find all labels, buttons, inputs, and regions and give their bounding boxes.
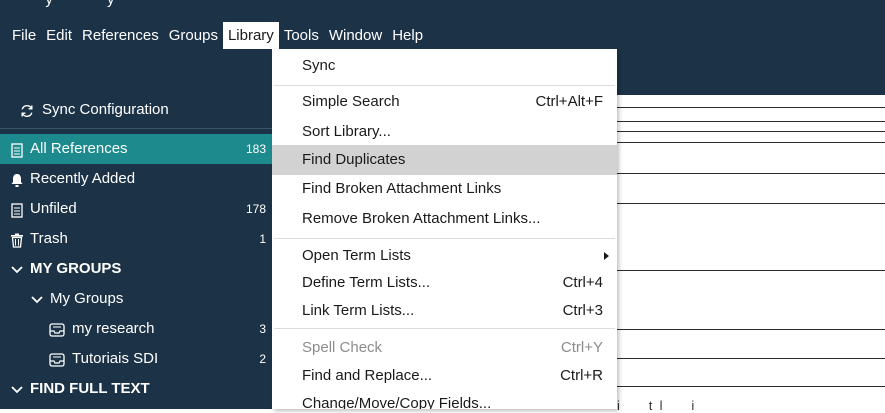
chevron-down-icon[interactable] (28, 284, 46, 314)
chevron-down-icon[interactable] (8, 374, 26, 404)
menu-item-simple-search[interactable]: Simple Search Ctrl+Alt+F (272, 87, 617, 117)
menu-item-label: Open Term Lists (302, 247, 411, 264)
title-bar: y y (0, 0, 885, 14)
sidebar-item-label: My Groups (50, 290, 124, 307)
sidebar-item-label: Tutoriais SDI (72, 350, 159, 367)
menu-item-find-and-replace[interactable]: Find and Replace... Ctrl+R (272, 361, 617, 391)
library-menu-dropdown: Sync Simple Search Ctrl+Alt+F Sort Libra… (272, 49, 617, 409)
menu-item-label: Simple Search (302, 93, 400, 110)
sidebar-item-label: my research (72, 320, 155, 337)
menu-item-label: Find Broken Attachment Links (302, 180, 502, 197)
menu-item-open-term-lists[interactable]: Open Term Lists (272, 241, 617, 271)
menu-item-find-broken-attachment-links[interactable]: Find Broken Attachment Links (272, 174, 617, 204)
menu-item-sync[interactable]: Sync (272, 51, 617, 81)
menu-item-label: Sync (302, 57, 336, 74)
menu-window[interactable]: Window (324, 22, 387, 49)
sidebar-item-all-references[interactable]: All References 183 (0, 134, 272, 164)
sidebar-item-label: All References (30, 140, 128, 157)
menu-item-define-term-lists[interactable]: Define Term Lists... Ctrl+4 (272, 268, 617, 298)
menu-item-remove-broken-attachment-links[interactable]: Remove Broken Attachment Links... (272, 204, 617, 234)
sidebar-item-my-research[interactable]: my research 3 (0, 314, 272, 344)
document-icon (8, 194, 26, 224)
menu-item-shortcut: Ctrl+3 (562, 302, 603, 319)
sidebar-item-tutoriais-sdi[interactable]: Tutoriais SDI 2 (0, 344, 272, 374)
menu-separator (274, 328, 615, 329)
menu-item-label: Change/Move/Copy Fields... (302, 395, 492, 409)
menu-item-shortcut: Ctrl+4 (562, 274, 603, 291)
menu-item-sort-library[interactable]: Sort Library... (272, 117, 617, 147)
sidebar-item-recently-added[interactable]: Recently Added (0, 164, 272, 194)
menu-item-link-term-lists[interactable]: Link Term Lists... Ctrl+3 (272, 296, 617, 326)
menu-library[interactable]: Library (222, 22, 279, 49)
count-badge: 1 (259, 232, 266, 246)
menu-item-label: Find Duplicates (302, 151, 406, 168)
sidebar-section-find-full-text[interactable]: FIND FULL TEXT (0, 374, 272, 404)
sidebar-item-my-groups[interactable]: My Groups (0, 284, 272, 314)
menu-item-shortcut: Ctrl+R (560, 367, 603, 384)
group-icon (48, 344, 66, 374)
menu-item-change-move-copy-fields[interactable]: Change/Move/Copy Fields... (272, 389, 617, 409)
count-badge: 2 (259, 352, 266, 366)
chevron-down-icon[interactable] (8, 254, 26, 284)
menu-item-label: Find and Replace... (302, 367, 433, 384)
menu-item-shortcut: Ctrl+Y (560, 339, 603, 356)
count-badge: 183 (245, 142, 266, 156)
sync-icon (18, 95, 36, 125)
group-icon (48, 314, 66, 344)
sidebar-section-label: MY GROUPS (30, 260, 122, 277)
sync-configuration[interactable]: Sync Configuration (0, 95, 272, 125)
sidebar-divider (0, 128, 272, 129)
app-window: y y File Edit References Groups Library … (0, 0, 885, 413)
sidebar-item-label: Unfiled (30, 200, 77, 217)
sidebar: Sync Configuration All References 183 Re… (0, 95, 272, 409)
menu-item-label: Spell Check (302, 339, 383, 356)
sidebar-item-trash[interactable]: Trash 1 (0, 224, 272, 254)
menu-help[interactable]: Help (387, 22, 428, 49)
title-text: y y (12, 0, 114, 8)
menu-item-find-duplicates[interactable]: Find Duplicates (272, 145, 617, 175)
count-badge: 3 (259, 322, 266, 336)
sidebar-section-label: FIND FULL TEXT (30, 380, 150, 397)
menu-tools[interactable]: Tools (279, 22, 324, 49)
menu-bar: File Edit References Groups Library Tool… (0, 22, 428, 49)
count-badge: 178 (245, 202, 266, 216)
menu-file[interactable]: File (0, 22, 41, 49)
menu-groups[interactable]: Groups (164, 22, 223, 49)
menu-item-label: Sort Library... (302, 123, 391, 140)
menu-references[interactable]: References (77, 22, 164, 49)
menu-item-label: Define Term Lists... (302, 274, 431, 291)
sync-configuration-label: Sync Configuration (42, 101, 169, 118)
submenu-arrow-icon (604, 252, 609, 260)
sidebar-section-my-groups[interactable]: MY GROUPS (0, 254, 272, 284)
menu-item-label: Remove Broken Attachment Links... (302, 210, 541, 227)
bell-icon (8, 164, 26, 194)
trash-icon (8, 224, 26, 254)
menu-item-spell-check[interactable]: Spell Check Ctrl+Y (272, 333, 617, 363)
menu-edit[interactable]: Edit (41, 22, 77, 49)
sidebar-item-label: Recently Added (30, 170, 136, 187)
menu-separator (274, 85, 615, 86)
partial-reference-text: i t l i (617, 398, 695, 413)
document-icon (8, 134, 26, 164)
menu-separator (274, 238, 615, 239)
menu-item-shortcut: Ctrl+Alt+F (535, 93, 603, 110)
sidebar-item-unfiled[interactable]: Unfiled 178 (0, 194, 272, 224)
sidebar-item-label: Trash (30, 230, 68, 247)
menu-item-label: Link Term Lists... (302, 302, 415, 319)
